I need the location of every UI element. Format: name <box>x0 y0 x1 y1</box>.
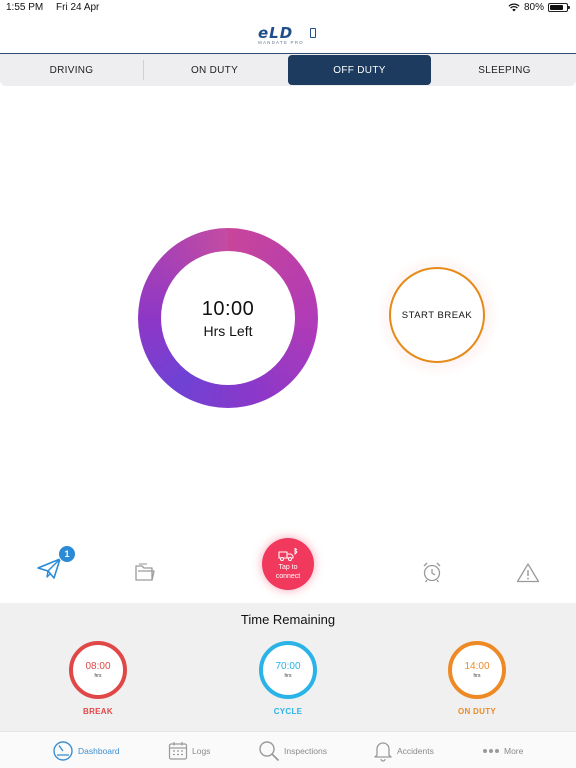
on-duty-gauge-ring: 14:00 hrs <box>448 641 506 699</box>
warning-icon[interactable] <box>516 562 540 588</box>
status-time: 1:55 PM <box>6 2 44 13</box>
dashboard-gauge-icon <box>53 741 73 761</box>
bell-icon <box>374 742 392 762</box>
on-duty-gauge-value: 14:00 <box>464 661 490 672</box>
nav-dashboard-label: Dashboard <box>78 746 120 756</box>
nav-dashboard[interactable]: Dashboard <box>52 738 120 764</box>
status-bar: 1:55 PM Fri 24 Apr 80% <box>0 0 576 16</box>
break-gauge-ring: 08:00 hrs <box>69 641 127 699</box>
nav-logs[interactable]: Logs <box>168 738 210 764</box>
connect-label-line1: Tap to <box>278 563 298 571</box>
cycle-gauge: 70:00 hrs CYCLE <box>259 641 317 716</box>
hours-left-time: 10:00 <box>201 297 255 320</box>
break-gauge: 08:00 hrs BREAK <box>69 641 127 716</box>
nav-accidents-label: Accidents <box>397 746 434 756</box>
break-gauge-value: 08:00 <box>85 661 111 672</box>
truck-bluetooth-icon <box>278 547 298 561</box>
phone-icon <box>310 28 316 38</box>
connect-label-line2: connect <box>275 572 301 580</box>
wifi-icon <box>508 3 520 12</box>
battery-fill <box>550 5 563 10</box>
more-dots-icon <box>483 749 499 753</box>
battery-percent: 80% <box>523 2 544 13</box>
break-gauge-unit: hrs <box>94 673 102 679</box>
tab-off-duty[interactable]: OFF DUTY <box>288 55 431 85</box>
nav-accidents[interactable]: Accidents <box>373 738 434 764</box>
nav-logs-label: Logs <box>192 746 211 756</box>
bottom-nav: Dashboard Logs Inspections Accidents Mor… <box>0 731 576 768</box>
time-remaining-title: Time Remaining <box>240 612 336 627</box>
nav-inspections-label: Inspections <box>284 746 327 756</box>
tab-on-duty[interactable]: ON DUTY <box>143 55 286 85</box>
cycle-gauge-label: CYCLE <box>273 707 303 716</box>
logo-subtitle: MANDATE PRO <box>258 40 304 45</box>
search-icon <box>259 741 280 762</box>
documents-icon[interactable] <box>133 562 155 587</box>
app-header: eLD MANDATE PRO <box>0 20 576 54</box>
nav-inspections[interactable]: Inspections <box>258 738 327 764</box>
tap-to-connect-button[interactable]: Tap to connect <box>262 538 314 590</box>
alarm-clock-icon[interactable] <box>421 561 443 588</box>
time-remaining-panel: Time Remaining 08:00 hrs BREAK 70:00 hrs… <box>0 603 576 731</box>
start-break-button[interactable]: START BREAK <box>389 267 485 363</box>
on-duty-gauge-label: ON DUTY <box>457 707 497 716</box>
duty-status-tabs: DRIVING ON DUTY OFF DUTY SLEEPING <box>0 54 576 86</box>
cycle-gauge-value: 70:00 <box>275 661 301 672</box>
cycle-gauge-ring: 70:00 hrs <box>259 641 317 699</box>
tab-driving[interactable]: DRIVING <box>0 55 143 85</box>
send-icon[interactable] <box>36 556 62 585</box>
nav-more[interactable]: More <box>482 738 523 764</box>
messages-badge: 1 <box>58 545 76 563</box>
hours-left-label: Hrs Left <box>203 322 253 339</box>
cycle-gauge-unit: hrs <box>284 673 292 679</box>
battery-icon <box>548 3 570 12</box>
on-duty-gauge: 14:00 hrs ON DUTY <box>448 641 506 716</box>
status-date: Fri 24 Apr <box>56 2 100 13</box>
nav-more-label: More <box>504 746 524 756</box>
tab-sleeping[interactable]: SLEEPING <box>433 55 576 85</box>
calendar-icon <box>168 742 188 760</box>
hours-left-ring: 10:00 Hrs Left <box>138 228 318 408</box>
on-duty-gauge-unit: hrs <box>473 673 481 679</box>
ring-center: 10:00 Hrs Left <box>161 251 295 385</box>
break-gauge-label: BREAK <box>83 707 113 716</box>
eld-logo: eLD MANDATE PRO <box>258 26 318 50</box>
logo-text: eLD <box>258 24 294 42</box>
